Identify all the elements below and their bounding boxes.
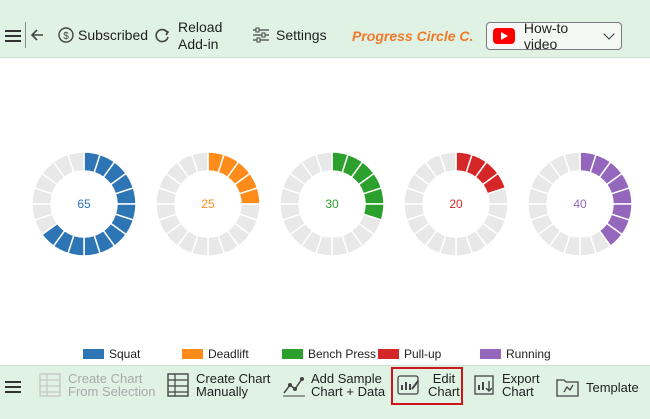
menu-icon[interactable]: [5, 29, 21, 43]
dollar-circle-icon: $: [58, 27, 74, 43]
progress-ring-deadlift: 25: [155, 151, 261, 257]
progress-value-label: 65: [77, 197, 91, 211]
create-chart-manually-button[interactable]: Create Chart Manually: [167, 372, 270, 398]
legend-swatch: [83, 349, 104, 359]
toolbar-divider: [25, 22, 26, 48]
top-toolbar: $ Subscribed Reload Add-in Settings Prog…: [0, 0, 650, 58]
legend-label: Pull-up: [404, 347, 442, 361]
chevron-down-icon: [603, 28, 615, 40]
progress-ring-running: 40: [527, 151, 633, 257]
subscribed-button[interactable]: $ Subscribed: [58, 27, 148, 43]
sample-chart-icon: [283, 377, 305, 397]
add-sample-line2: Chart + Data: [311, 384, 386, 399]
template-button[interactable]: Template: [556, 376, 639, 398]
template-label: Template: [586, 379, 639, 395]
back-icon[interactable]: [30, 28, 44, 42]
progress-ring-pull-up: 20: [403, 151, 509, 257]
reload-label-line1: Reload: [178, 19, 223, 35]
progress-value-label: 25: [201, 197, 215, 211]
svg-text:$: $: [63, 31, 69, 42]
template-folder-icon: [556, 379, 579, 397]
progress-value-label: 30: [325, 197, 339, 211]
reload-label-line2: Add-in: [178, 36, 219, 52]
bottom-menu-icon[interactable]: [5, 380, 21, 394]
legend-swatch: [378, 349, 399, 359]
progress-value-label: 40: [573, 197, 587, 211]
youtube-icon: [493, 28, 515, 44]
settings-label: Settings: [276, 27, 327, 43]
edit-chart-icon: [397, 375, 419, 395]
legend-label: Bench Press: [308, 347, 376, 361]
progress-value-label: 20: [449, 197, 463, 211]
table-icon: [39, 373, 61, 397]
export-chart-icon: [474, 375, 494, 395]
export-line2: Chart: [502, 384, 534, 399]
edit-chart-button[interactable]: Edit Chart: [397, 372, 460, 398]
export-chart-button[interactable]: Export Chart: [474, 372, 540, 398]
subscribed-label: Subscribed: [78, 27, 149, 43]
create-sel-line2: From Selection: [68, 384, 156, 399]
progress-ring-bench-press: 30: [279, 151, 385, 257]
reload-icon: [155, 28, 170, 43]
reload-addin-button[interactable]: Reload Add-in: [152, 19, 222, 53]
legend-label: Running: [506, 347, 551, 361]
table-edit-icon: [167, 373, 189, 397]
chart-type-title: Progress Circle C...: [352, 28, 474, 44]
create-chart-from-selection-button[interactable]: Create Chart From Selection: [39, 372, 155, 398]
progress-ring-squat: 65: [31, 151, 137, 257]
create-man-line2: Manually: [196, 384, 249, 399]
howto-label: How-to video: [523, 20, 569, 52]
howto-video-dropdown[interactable]: How-to video: [486, 20, 622, 52]
legend-swatch: [282, 349, 303, 359]
edit-line2: Chart: [428, 384, 460, 399]
legend-swatch: [182, 349, 203, 359]
legend-swatch: [480, 349, 501, 359]
progress-circle-chart: 65 25 30 20 40 Squat Deadlift Bench Press Pull-u…: [31, 151, 633, 361]
sliders-icon: [253, 27, 269, 43]
add-sample-chart-button[interactable]: Add Sample Chart + Data: [282, 372, 385, 398]
settings-button[interactable]: Settings: [252, 27, 327, 43]
legend-label: Deadlift: [208, 347, 249, 361]
legend-label: Squat: [109, 347, 141, 361]
bottom-toolbar: Create Chart From Selection Create Chart…: [0, 365, 650, 419]
